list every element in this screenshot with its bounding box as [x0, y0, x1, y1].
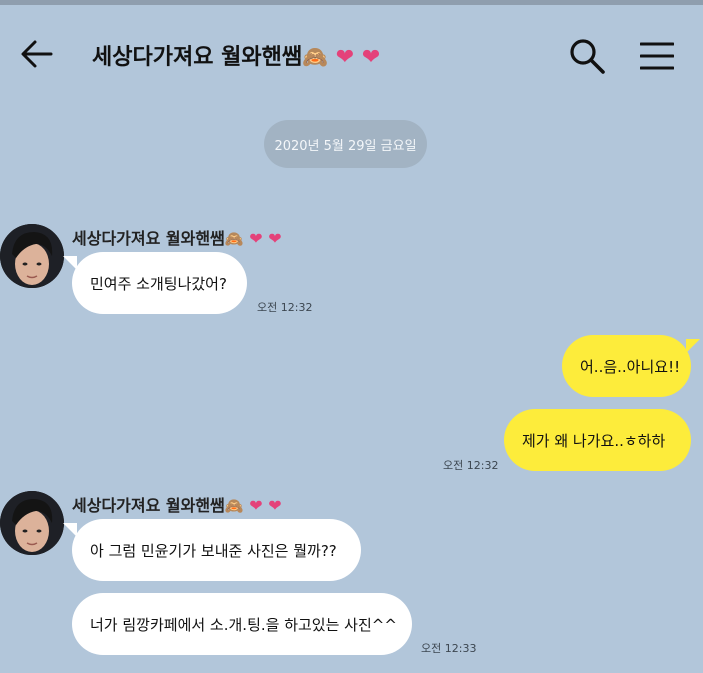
message-time: 오전 12:32 — [443, 459, 499, 472]
menu-icon — [639, 42, 675, 70]
search-button[interactable] — [568, 37, 606, 75]
chat-title-text: 세상다가져요 월와핸쌤 — [92, 45, 303, 70]
menu-button[interactable] — [639, 41, 675, 71]
heart-emojis: ❤ ❤ — [249, 496, 282, 515]
search-icon — [570, 39, 605, 74]
chat-header: 세상다가져요 월와핸쌤🙈 ❤ ❤ — [0, 5, 703, 100]
sender-name: 세상다가져요 월와핸쌤🙈 ❤ ❤ — [72, 229, 282, 248]
message-bubble-incoming[interactable]: 너가 림깡카페에서 소.개.팅.을 하고있는 사진^^ — [72, 593, 412, 655]
message-bubble-outgoing[interactable]: 제가 왜 나가요..ㅎ하하 — [504, 409, 691, 471]
back-button[interactable] — [20, 39, 54, 69]
avatar[interactable] — [0, 491, 64, 555]
heart-emojis: ❤ ❤ — [249, 229, 282, 248]
message-time: 오전 12:33 — [421, 642, 477, 655]
message-time: 오전 12:32 — [257, 301, 313, 314]
date-divider: 2020년 5월 29일 금요일 — [264, 120, 427, 168]
message-bubble-incoming[interactable]: 민여주 소개팅나갔어? — [63, 252, 247, 314]
monkey-emoji-icon: 🙈 — [302, 45, 329, 69]
monkey-emoji-icon: 🙈 — [224, 497, 244, 515]
heart-emojis: ❤ ❤ — [335, 45, 381, 70]
back-arrow-icon — [21, 40, 53, 68]
profile-photo — [0, 224, 64, 288]
monkey-emoji-icon: 🙈 — [224, 230, 244, 248]
chat-title: 세상다가져요 월와핸쌤🙈 ❤ ❤ — [92, 39, 380, 71]
profile-photo — [0, 491, 64, 555]
message-bubble-outgoing[interactable]: 어..음..아니요!! — [562, 335, 700, 397]
avatar[interactable] — [0, 224, 64, 288]
message-bubble-incoming[interactable]: 아 그럼 민윤기가 보내준 사진은 뭘까?? — [63, 519, 361, 581]
sender-name: 세상다가져요 월와핸쌤🙈 ❤ ❤ — [72, 496, 282, 515]
